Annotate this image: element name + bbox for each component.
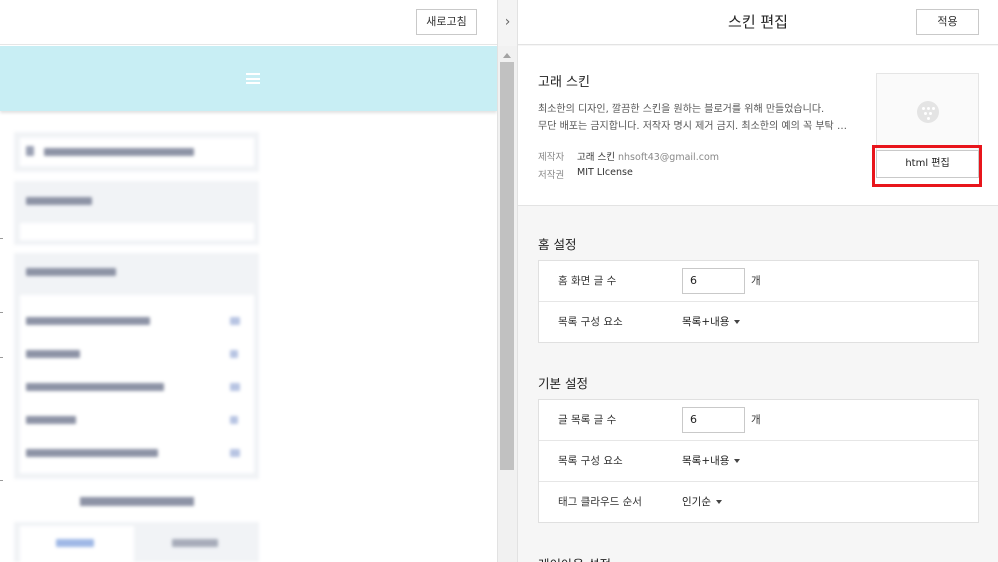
author-value: 고래 스킨 nhsoft43@gmail.com <box>577 149 719 163</box>
list-post-count-unit: 개 <box>751 414 761 426</box>
preview-toolbar: 새로고침 <box>0 0 497 45</box>
chevron-down-icon <box>734 320 741 324</box>
home-list-components-value: 목록+내용 <box>682 316 730 328</box>
list-post-count-row: 글 목록 글 수 6 개 <box>539 400 978 441</box>
category-widget <box>14 253 259 479</box>
chevron-down-icon <box>734 459 741 463</box>
home-list-components-select[interactable]: 목록+내용 <box>682 302 741 342</box>
license-value: MIT LIcense <box>577 167 633 178</box>
home-post-count-unit: 개 <box>751 275 761 287</box>
skin-description-line-2: 무단 배포는 금지합니다. 저작자 명시 제거 금지. 최소한의 예의 꼭 부탁… <box>538 121 856 132</box>
list-components-label: 목록 구성 요소 <box>558 455 623 467</box>
preview-frame <box>0 46 497 562</box>
tag-cloud-order-select[interactable]: 인기순 <box>682 482 722 522</box>
skin-placeholder-icon <box>917 101 939 123</box>
home-post-count-label: 홈 화면 글 수 <box>558 275 617 287</box>
tab-widget <box>14 522 259 562</box>
scroll-up-arrow-icon[interactable] <box>503 53 511 58</box>
tag-cloud-order-label: 태그 클라우드 순서 <box>558 496 642 508</box>
panel-header: 스킨 편집 적용 <box>518 0 998 45</box>
home-post-count-input[interactable]: 6 <box>682 268 745 294</box>
home-settings-title: 홈 설정 <box>538 237 577 252</box>
author-label: 제작자 <box>538 152 565 163</box>
author-email: nhsoft43@gmail.com <box>618 152 720 163</box>
home-settings-box: 홈 화면 글 수 6 개 목록 구성 요소 목록+내용 <box>538 260 979 343</box>
list-post-count-label: 글 목록 글 수 <box>558 414 617 426</box>
recent-posts-heading <box>80 497 194 506</box>
list-components-select[interactable]: 목록+내용 <box>682 441 741 481</box>
chevron-down-icon <box>715 500 722 504</box>
collapse-panel-icon[interactable]: › <box>498 11 517 33</box>
apply-button[interactable]: 적용 <box>916 9 979 35</box>
skin-description-line-1: 최소한의 디자인, 깔끔한 스킨을 원하는 블로거를 위해 만들었습니다. <box>538 104 825 115</box>
license-label: 저작권 <box>538 170 565 181</box>
skin-name: 고래 스킨 <box>538 75 590 90</box>
refresh-button[interactable]: 새로고침 <box>416 9 477 35</box>
tag-cloud-order-value: 인기순 <box>682 496 711 508</box>
basic-settings-box: 글 목록 글 수 6 개 목록 구성 요소 목록+내용 태그 클라우드 순서 인… <box>538 399 979 523</box>
menu-icon[interactable] <box>246 73 260 84</box>
blog-preview-pane: 새로고침 <box>0 0 497 562</box>
preview-scrollbar[interactable] <box>498 46 517 562</box>
layout-settings-title: 레이아웃 설정 <box>538 554 611 562</box>
home-list-components-row: 목록 구성 요소 목록+내용 <box>539 302 978 343</box>
pane-divider: › <box>497 0 518 562</box>
profile-widget <box>14 181 259 245</box>
highlight-box <box>872 145 982 187</box>
scrollbar-thumb[interactable] <box>500 62 514 470</box>
list-components-row: 목록 구성 요소 목록+내용 <box>539 441 978 482</box>
tag-cloud-order-row: 태그 클라우드 순서 인기순 <box>539 482 978 523</box>
basic-settings-title: 기본 설정 <box>538 376 588 391</box>
skin-info-card: 고래 스킨 최소한의 디자인, 깔끔한 스킨을 원하는 블로거를 위해 만들었습… <box>518 46 998 206</box>
author-name: 고래 스킨 <box>577 152 615 163</box>
search-widget <box>14 132 259 172</box>
blog-header <box>0 46 497 111</box>
skin-editor-window: 새로고침 › 스킨 편집 적용 고래 스킨 최소한의 디자인, 깔끔한 스킨을 … <box>0 0 998 562</box>
skin-edit-panel: 스킨 편집 적용 고래 스킨 최소한의 디자인, 깔끔한 스킨을 원하는 블로거… <box>518 0 998 562</box>
list-post-count-input[interactable]: 6 <box>682 407 745 433</box>
home-list-components-label: 목록 구성 요소 <box>558 316 623 328</box>
home-post-count-row: 홈 화면 글 수 6 개 <box>539 261 978 302</box>
list-components-value: 목록+내용 <box>682 455 730 467</box>
